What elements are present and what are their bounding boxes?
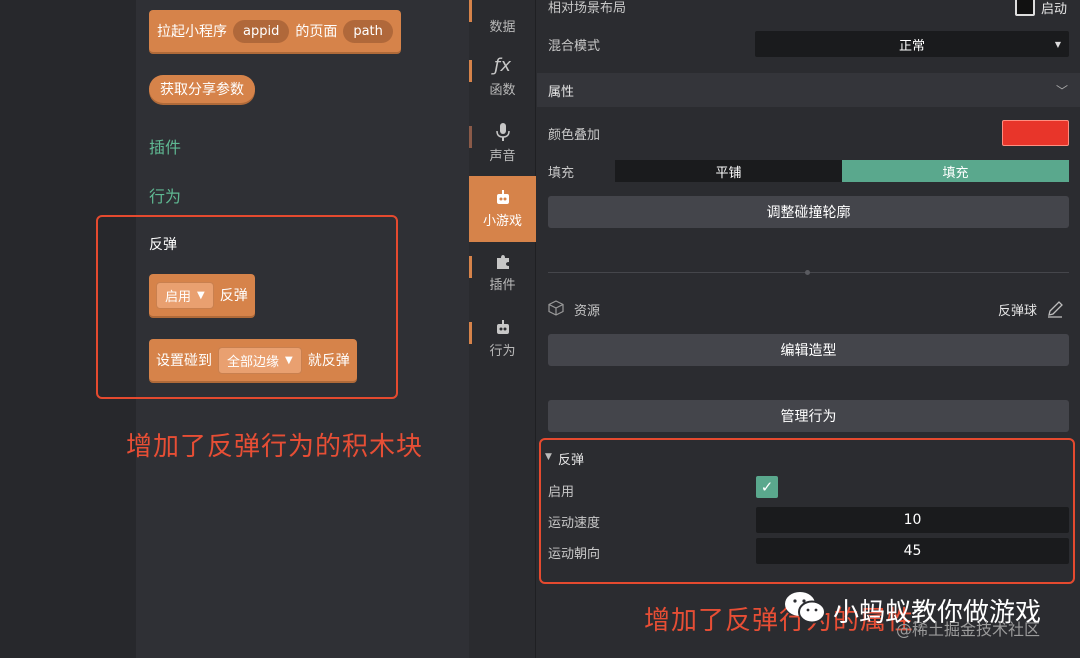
get-share-params-block[interactable]: 获取分享参数: [149, 75, 255, 103]
category-plugins[interactable]: 插件: [149, 134, 181, 158]
direction-label: 运动朝向: [548, 547, 601, 562]
tab-label: 插件: [489, 277, 516, 293]
tab-label: 数据: [489, 19, 516, 35]
tab-sound[interactable]: 声音: [469, 110, 536, 176]
tab-marker: [469, 126, 472, 148]
tab-marker: [469, 256, 472, 278]
color-overlay-swatch[interactable]: [1002, 120, 1069, 146]
fill-tile-option[interactable]: 平铺: [615, 160, 842, 182]
bounce-section-title[interactable]: 反弹: [558, 449, 584, 468]
left-annotation: 增加了反弹行为的积木块: [126, 432, 424, 462]
attributes-section-header[interactable]: 属性 ﹀: [537, 73, 1080, 107]
blend-mode-value: 正常: [898, 38, 925, 54]
chevron-down-icon: ﹀: [1055, 83, 1068, 98]
launch-miniprogram-block[interactable]: 拉起小程序 appid 的页面 path: [149, 10, 401, 52]
adjust-collision-button[interactable]: 调整碰撞轮廓: [548, 196, 1069, 228]
bounce-group-title: 反弹: [149, 237, 177, 253]
enable-label: 启用: [548, 485, 575, 500]
blend-mode-label: 混合模式: [548, 39, 601, 54]
enable-bounce-block[interactable]: 启用 ▼ 反弹: [149, 274, 255, 316]
tab-label: 行为: [489, 343, 516, 359]
edges-dropdown-value: 全部边缘: [227, 354, 280, 370]
tab-marker: [469, 60, 472, 82]
tab-label: 声音: [489, 148, 516, 164]
tab-marker: [469, 0, 472, 22]
tab-functions[interactable]: ƒx 函数: [469, 44, 536, 110]
properties-panel: 相对场景布局 启动 混合模式 正常 ▼ 属性 ﹀ 颜色叠加 填充 平铺 填充 调…: [537, 0, 1080, 658]
tab-label: 小游戏: [482, 213, 522, 229]
enable-dropdown-value: 启用: [165, 289, 192, 305]
relative-layout-value: 启动: [1041, 2, 1068, 17]
blend-mode-select[interactable]: 正常 ▼: [755, 31, 1069, 57]
cube-icon: [548, 300, 564, 316]
caret-down-icon: ▼: [285, 354, 293, 366]
tab-marker: [469, 322, 472, 344]
triangle-down-icon[interactable]: ▼: [545, 452, 552, 462]
divider-dot: [805, 270, 810, 275]
enable-dropdown[interactable]: 启用 ▼: [156, 281, 214, 309]
enable-suffix-text: 反弹: [219, 288, 248, 304]
microphone-icon: [495, 122, 510, 141]
resource-value: 反弹球: [998, 304, 1038, 319]
resource-label: 资源: [574, 304, 601, 319]
tab-data[interactable]: 数据: [469, 0, 536, 50]
caret-down-icon: ▼: [197, 289, 205, 301]
direction-input[interactable]: 45: [756, 538, 1069, 564]
robot-icon: [496, 189, 509, 204]
enable-checkbox[interactable]: ✓: [756, 476, 778, 498]
color-overlay-label: 颜色叠加: [548, 128, 601, 143]
category-behavior[interactable]: 行为: [149, 183, 181, 207]
attributes-title: 属性: [548, 84, 575, 100]
dropdown-arrow-icon: ▼: [1054, 39, 1061, 49]
checkmark-icon: ✓: [760, 478, 774, 496]
appid-slot[interactable]: appid: [233, 19, 290, 43]
function-icon: ƒx: [494, 54, 511, 76]
relative-layout-label: 相对场景布局: [548, 1, 627, 16]
speed-input[interactable]: 10: [756, 507, 1069, 533]
get-share-text: 获取分享参数: [160, 82, 244, 98]
set-prefix-text: 设置碰到: [156, 353, 212, 369]
set-suffix-text: 就反弹: [307, 353, 350, 369]
relative-layout-checkbox[interactable]: [1015, 0, 1035, 16]
speed-label: 运动速度: [548, 516, 601, 531]
puzzle-icon: [496, 254, 509, 269]
robot-icon: [496, 319, 509, 334]
tab-plugins[interactable]: 插件: [469, 240, 536, 306]
edit-shape-button[interactable]: 编辑造型: [548, 334, 1069, 366]
launch-prefix-text: 拉起小程序: [157, 24, 227, 40]
tab-minigame[interactable]: 小游戏: [469, 176, 536, 242]
tab-behavior[interactable]: 行为: [469, 306, 536, 372]
edges-dropdown[interactable]: 全部边缘 ▼: [218, 346, 302, 374]
fill-fill-option[interactable]: 填充: [842, 160, 1069, 182]
tab-label: 函数: [489, 82, 516, 98]
juejin-watermark: @稀土掘金技术社区: [896, 620, 1041, 639]
fill-label: 填充: [548, 166, 575, 181]
path-slot[interactable]: path: [343, 19, 393, 43]
wechat-icon: [785, 592, 826, 624]
manage-behavior-button[interactable]: 管理行为: [548, 400, 1069, 432]
category-tabstrip: 数据 ƒx 函数 声音 小游戏 插件 行为: [469, 0, 536, 658]
set-bounce-edge-block[interactable]: 设置碰到 全部边缘 ▼ 就反弹: [149, 339, 357, 381]
pencil-icon[interactable]: [1046, 300, 1064, 318]
launch-mid-text: 的页面: [295, 24, 338, 40]
